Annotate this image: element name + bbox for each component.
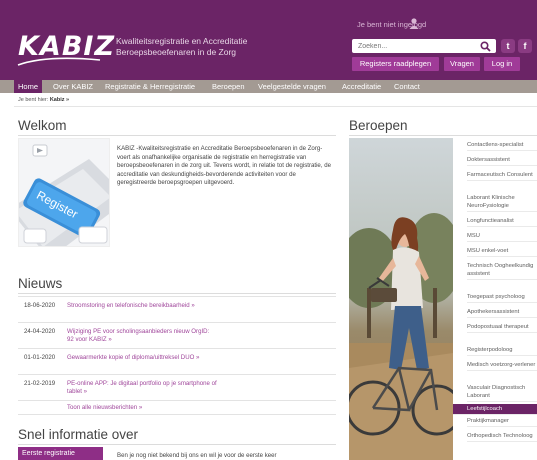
news-date: 18-06-2020	[24, 302, 56, 309]
news-link[interactable]: Wijziging PE voor scholingsaanbieders ni…	[67, 328, 217, 345]
logo-swoosh-icon	[17, 57, 101, 66]
beroep-item[interactable]: MSU enkel-voet	[467, 248, 537, 257]
beroepen-heading: Beroepen	[349, 118, 408, 133]
beroep-item[interactable]: Praktijkmanager	[467, 418, 537, 427]
beroep-item[interactable]: Contactlens-specialist	[467, 142, 537, 151]
breadcrumb-divider	[14, 106, 537, 107]
beroep-item[interactable]: MSU	[467, 233, 537, 242]
nav-item-home[interactable]: Home	[14, 80, 43, 93]
welcome-heading: Welkom	[18, 118, 67, 133]
welcome-divider	[18, 135, 336, 136]
tagline-line-2: Beroepsbeoefenaren in de Zorg	[116, 47, 237, 57]
beroep-item[interactable]: Technisch Oogheelkundig assistent	[467, 263, 537, 280]
news-more-row	[18, 400, 336, 414]
beroep-item[interactable]: Farmaceutisch Consulent	[467, 172, 537, 181]
news-date: 24-04-2020	[24, 328, 56, 335]
kabiz-logo[interactable]: KABIZ	[18, 33, 115, 60]
news-date: 21-02-2019	[24, 380, 56, 387]
register-keyboard-image: Register	[18, 138, 110, 247]
breadcrumb-prefix: Je bent hier:	[18, 97, 49, 103]
all-news-link[interactable]: Toon alle nieuwsberichten »	[67, 404, 142, 411]
news-item: 18-06-2020 Stroomstoring en telefonische…	[18, 296, 336, 322]
beroep-item[interactable]: Orthopedisch Technoloog	[467, 433, 537, 442]
news-item: 24-04-2020 Wijziging PE voor scholingsaa…	[18, 322, 336, 348]
beroep-item[interactable]: Doktersassistent	[467, 157, 537, 166]
beroep-item[interactable]: Laborant Klinische NeuroFysiologie	[467, 195, 537, 212]
twitter-icon[interactable]: t	[501, 39, 515, 53]
woman-bicycle-photo	[349, 138, 453, 460]
snel-heading: Snel informatie over	[18, 427, 139, 442]
registers-raadplegen-button[interactable]: Registers raadplegen	[352, 57, 439, 71]
vragen-button[interactable]: Vragen	[444, 57, 480, 71]
snel-divider	[18, 444, 336, 445]
user-icon	[409, 18, 419, 29]
site-tagline: Kwaliteitsregistratie en Accreditatie Be…	[116, 36, 247, 58]
news-link[interactable]: Gewaarmerkte kopie of diploma/uittreksel…	[67, 354, 217, 362]
search-icon[interactable]	[480, 41, 491, 52]
beroep-item[interactable]: Toegepast psycholoog	[467, 294, 537, 303]
news-bottom-divider	[18, 414, 336, 415]
beroep-item[interactable]: Medisch voetzorg-verlener	[467, 362, 537, 371]
news-divider	[18, 293, 336, 294]
news-item: 01-01-2020 Gewaarmerkte kopie of diploma…	[18, 348, 336, 374]
nav-item-accreditatie[interactable]: Accreditatie	[338, 80, 385, 93]
welcome-text: KABIZ -Kwaliteitsregistratie en Accredit…	[117, 145, 331, 187]
site-header: KABIZ Kwaliteitsregistratie en Accredita…	[0, 0, 537, 80]
beroep-item[interactable]: Registerpodoloog	[467, 347, 537, 356]
search-input[interactable]	[352, 39, 478, 53]
beroep-item[interactable]: Vasculair Diagnostisch Laborant	[467, 385, 537, 402]
facebook-icon[interactable]: f	[518, 39, 532, 53]
beroep-item[interactable]: Podopostuaal therapeut	[467, 324, 537, 333]
news-link[interactable]: Stroomstoring en telefonische bereikbaar…	[67, 302, 217, 310]
beroep-item[interactable]: Longfunctieanalist	[467, 218, 537, 227]
news-date: 01-01-2020	[24, 354, 56, 361]
news-heading: Nieuws	[18, 276, 63, 291]
news-item: 21-02-2019 PE-online APP: Je digitaal po…	[18, 374, 336, 400]
nav-item-contact[interactable]: Contact	[390, 80, 424, 93]
beroepen-divider	[349, 135, 537, 136]
nav-item-over-kabiz[interactable]: Over KABIZ	[49, 80, 97, 93]
main-nav: Home Over KABIZ Registratie & Herregistr…	[0, 80, 537, 93]
beroep-item-selected[interactable]: Leefstijlcoach	[453, 404, 537, 415]
nav-item-beroepen[interactable]: Beroepen	[208, 80, 249, 93]
tagline-line-1: Kwaliteitsregistratie en Accreditatie	[116, 36, 248, 46]
search-box	[352, 39, 496, 53]
breadcrumb-current[interactable]: Kabiz »	[50, 97, 69, 103]
first-registration-tab[interactable]: Eerste registratie	[18, 447, 103, 460]
login-button[interactable]: Log in	[484, 57, 520, 71]
nav-item-registratie[interactable]: Registratie & Herregistratie	[101, 80, 199, 93]
nav-item-veelgestelde-vragen[interactable]: Veelgestelde vragen	[254, 80, 330, 93]
snel-text: Ben je nog niet bekend bij ons en wil je…	[117, 452, 277, 459]
breadcrumb: Je bent hier: Kabiz »	[18, 97, 69, 103]
beroep-item[interactable]: Apothekersassistent	[467, 309, 537, 318]
news-link[interactable]: PE-online APP: Je digitaal portfolio op …	[67, 380, 217, 397]
